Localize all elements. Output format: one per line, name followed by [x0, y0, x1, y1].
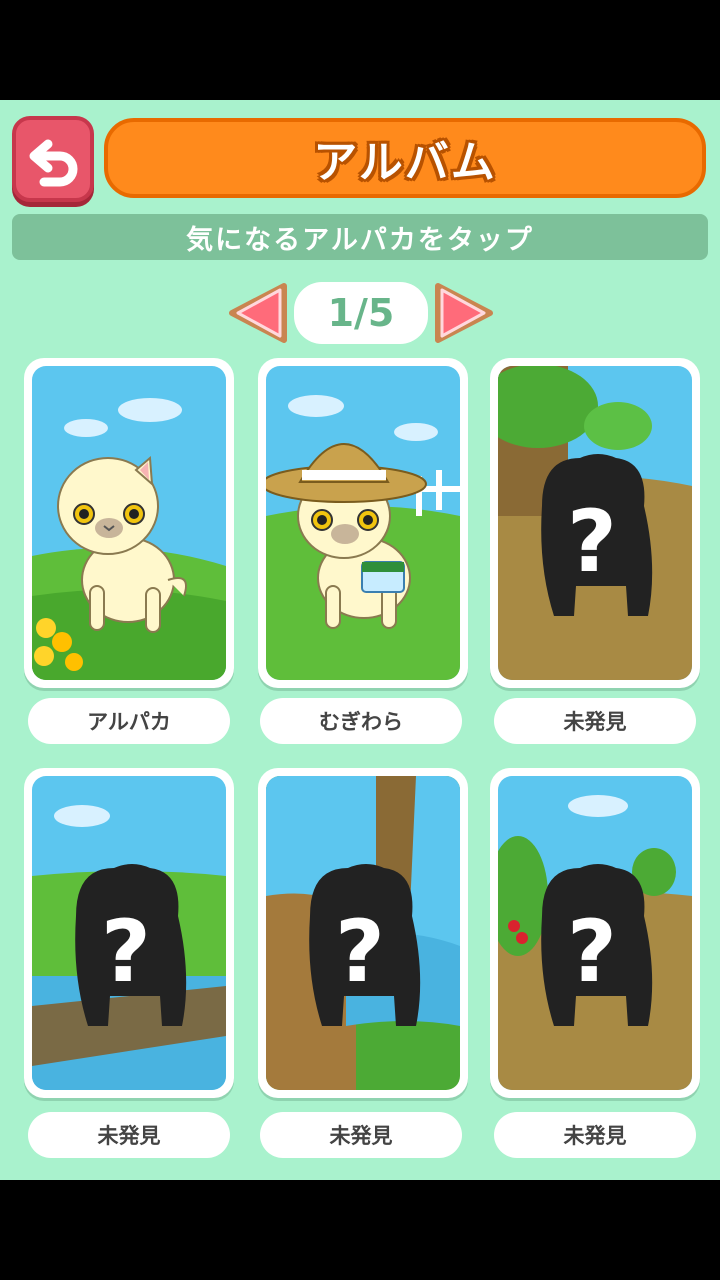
card-label-4: 未発見 — [28, 1112, 230, 1158]
card-label-2: むぎわら — [260, 698, 462, 744]
next-page-button[interactable] — [432, 280, 496, 346]
u-turn-arrow-icon — [29, 139, 78, 187]
instruction-bar: 気になるアルパカをタップ — [12, 214, 708, 260]
navigation-bar — [0, 1180, 720, 1280]
triangle-right-icon — [435, 283, 493, 343]
svg-text:?: ? — [101, 902, 151, 1002]
album-card-4[interactable]: ? — [24, 768, 234, 1098]
alpaca-illustration — [32, 366, 226, 680]
album-card-1[interactable] — [24, 358, 234, 688]
album-card-6[interactable]: ? — [490, 768, 700, 1098]
album-screen: アルバム 気になるアルパカをタップ 1/5 アルパカ むぎわら ? 未発見 ? … — [0, 100, 720, 1180]
status-bar — [0, 0, 720, 100]
card-label-6: 未発見 — [494, 1112, 696, 1158]
page-indicator: 1/5 — [294, 282, 428, 344]
album-card-3[interactable]: ? — [490, 358, 700, 688]
svg-text:?: ? — [567, 902, 617, 1002]
straw-hat-alpaca-illustration — [266, 366, 460, 680]
card-label-3: 未発見 — [494, 698, 696, 744]
album-card-5[interactable]: ? — [258, 768, 468, 1098]
triangle-left-icon — [229, 283, 287, 343]
undiscovered-illustration: ? — [32, 776, 226, 1090]
card-label-5: 未発見 — [260, 1112, 462, 1158]
prev-page-button[interactable] — [226, 280, 290, 346]
back-button[interactable] — [12, 116, 94, 202]
title-banner: アルバム — [100, 112, 710, 204]
svg-text:?: ? — [335, 902, 385, 1002]
undiscovered-illustration: ? — [498, 776, 692, 1090]
album-card-2[interactable] — [258, 358, 468, 688]
undiscovered-illustration: ? — [498, 366, 692, 680]
page-title: アルバム — [313, 137, 497, 188]
card-label-1: アルパカ — [28, 698, 230, 744]
svg-text:?: ? — [567, 492, 617, 592]
undiscovered-illustration: ? — [266, 776, 460, 1090]
